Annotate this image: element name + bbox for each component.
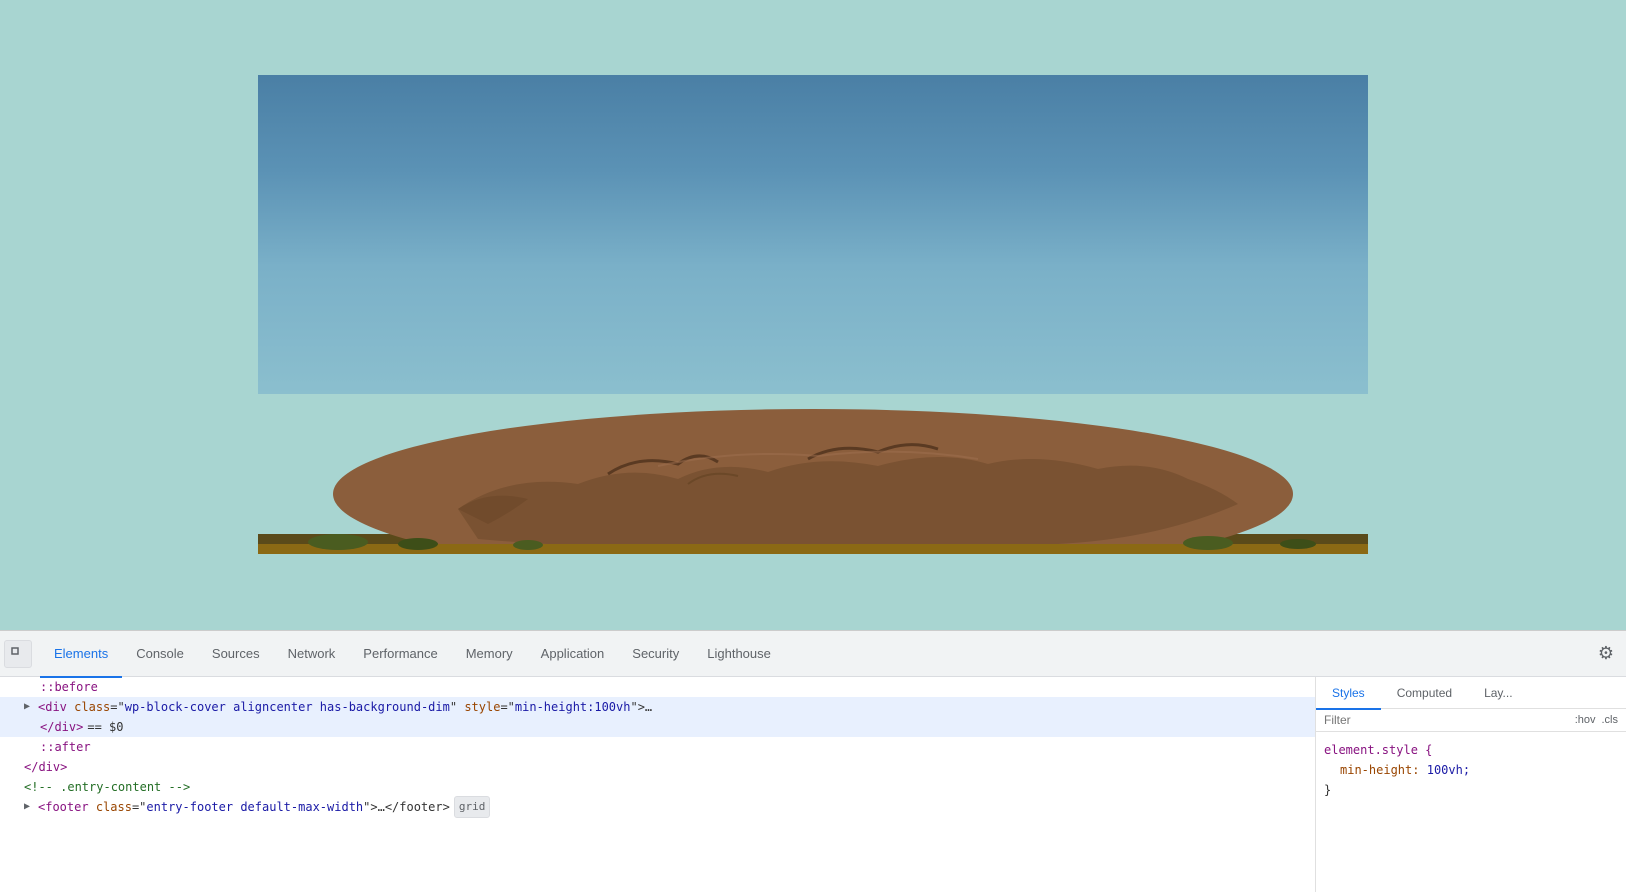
cls-button[interactable]: .cls	[1602, 714, 1619, 726]
element-style-rule: element.style { min-height: 100vh; }	[1324, 740, 1618, 800]
expand-triangle-footer-icon[interactable]: ▶	[24, 797, 36, 817]
tab-lighthouse[interactable]: Lighthouse	[693, 632, 785, 678]
tab-network[interactable]: Network	[274, 632, 350, 678]
styles-panel: Styles Computed Lay... :hov .cls element…	[1316, 677, 1626, 892]
dom-line-div-close2: </div>	[0, 757, 1315, 777]
tab-security[interactable]: Security	[618, 632, 693, 678]
styles-tab-layout[interactable]: Lay...	[1468, 678, 1528, 710]
dom-line-div-close: </div> == $0	[0, 717, 1315, 737]
devtools-tabs-bar: Elements Console Sources Network Perform…	[0, 631, 1626, 677]
tab-performance[interactable]: Performance	[349, 632, 451, 678]
devtools-element-picker[interactable]	[4, 640, 32, 668]
dom-line-before: ::before	[0, 677, 1315, 697]
dom-line-comment: <!-- .entry-content -->	[0, 777, 1315, 797]
browser-viewport	[0, 0, 1626, 630]
image-sky	[258, 75, 1368, 394]
devtools-panel: Elements Console Sources Network Perform…	[0, 630, 1626, 892]
dom-line-div-cover[interactable]: ▶ <div class="wp-block-cover aligncenter…	[0, 697, 1315, 717]
hov-button[interactable]: :hov	[1575, 714, 1596, 726]
dom-line-after: ::after	[0, 737, 1315, 757]
page-preview-image	[258, 75, 1368, 565]
tab-console[interactable]: Console	[122, 632, 198, 678]
expand-triangle-icon[interactable]: ▶	[24, 697, 36, 717]
devtools-settings-button[interactable]: ⚙	[1590, 638, 1622, 670]
styles-tab-computed[interactable]: Computed	[1381, 678, 1468, 710]
dom-tree-panel[interactable]: ::before ▶ <div class="wp-block-cover al…	[0, 677, 1316, 892]
image-rock	[258, 394, 1368, 541]
devtools-content-area: ::before ▶ <div class="wp-block-cover al…	[0, 677, 1626, 892]
tab-sources[interactable]: Sources	[198, 632, 274, 678]
grid-badge: grid	[454, 796, 491, 818]
styles-tabs-bar: Styles Computed Lay...	[1316, 677, 1626, 709]
tab-memory[interactable]: Memory	[452, 632, 527, 678]
styles-content-area: element.style { min-height: 100vh; }	[1316, 732, 1626, 892]
tab-elements[interactable]: Elements	[40, 632, 122, 678]
styles-tab-styles[interactable]: Styles	[1316, 678, 1381, 710]
tab-application[interactable]: Application	[527, 632, 619, 678]
dom-line-footer[interactable]: ▶ <footer class="entry-footer default-ma…	[0, 797, 1315, 817]
styles-filter-input[interactable]	[1324, 713, 1571, 727]
styles-filter-bar: :hov .cls	[1316, 709, 1626, 732]
